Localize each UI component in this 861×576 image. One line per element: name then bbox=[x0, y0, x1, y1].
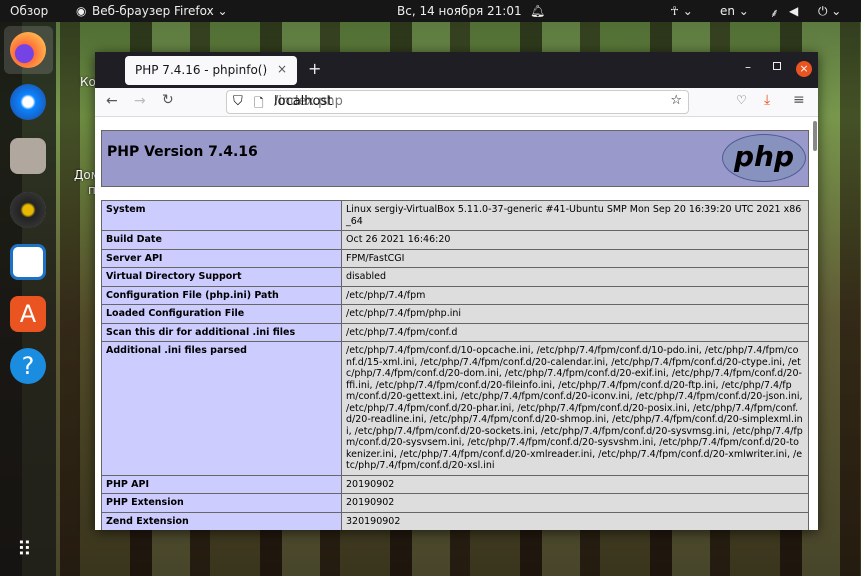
page-title: PHP Version 7.4.16 bbox=[107, 144, 258, 160]
url-bar[interactable]: ⛉ 🗋︎ localhost/index.php ☆ bbox=[226, 90, 689, 114]
row-key: PHP API bbox=[101, 474, 342, 494]
writer-icon[interactable] bbox=[10, 244, 46, 280]
firefox-app-icon: ◉ bbox=[76, 4, 87, 18]
nav-toolbar: ← → ↻ ⛉ 🗋︎ localhost/index.php ☆ ♡ ⤓ ≡ bbox=[95, 88, 818, 117]
table-row: Loaded Configuration File/etc/php/7.4/fp… bbox=[101, 304, 809, 324]
volume-icon[interactable]: ◀ bbox=[789, 4, 798, 18]
row-key: Configuration File (php.ini) Path bbox=[101, 285, 342, 305]
url-host: localhost bbox=[274, 94, 333, 109]
row-key: PHP Extension bbox=[101, 493, 342, 513]
firefox-icon[interactable] bbox=[10, 32, 46, 68]
language-selector[interactable]: en ⌄ bbox=[720, 4, 749, 18]
page-icon: 🗋︎ bbox=[254, 96, 264, 110]
table-row: Zend Extension 320190902 bbox=[101, 511, 809, 530]
php-info-table: System Linux sergiy-VirtualBox 5.11.0-37-… bbox=[101, 200, 809, 530]
close-tab-icon[interactable]: × bbox=[277, 62, 287, 76]
row-key: Loaded Configuration File bbox=[101, 304, 342, 324]
pocket-icon[interactable]: ♡ bbox=[736, 93, 747, 107]
row-value: Oct 26 2021 16:46:20 bbox=[341, 230, 809, 250]
row-value: 320190902 bbox=[341, 511, 809, 530]
row-value: /etc/php/7.4/fpm/conf.d/10-opcache.ini, … bbox=[341, 341, 809, 476]
row-value: /etc/php/7.4/fpm bbox=[341, 285, 809, 305]
clock[interactable]: Вс, 14 ноября 21:01 bbox=[397, 4, 522, 18]
row-value: Linux sergiy-VirtualBox 5.11.0-37-generi… bbox=[341, 200, 809, 231]
table-row: Configuration File (php.ini) Path/etc/ph… bbox=[101, 285, 809, 305]
firefox-window: PHP 7.4.16 - phpinfo() × + – × ← → ↻ ⛉ 🗋… bbox=[95, 52, 818, 530]
table-row: Build Date Oct 26 2021 16:46:20 bbox=[101, 230, 809, 250]
shield-icon[interactable]: ⛉ bbox=[233, 94, 243, 109]
tab-phpinfo[interactable]: PHP 7.4.16 - phpinfo() × bbox=[125, 56, 297, 85]
thunderbird-icon[interactable] bbox=[10, 84, 46, 120]
table-row: PHP Extension 20190902 bbox=[101, 493, 809, 513]
row-key: System bbox=[101, 200, 342, 231]
row-key: Build Date bbox=[101, 230, 342, 250]
row-value: /etc/php/7.4/fpm/conf.d bbox=[341, 322, 809, 342]
title-bar: PHP 7.4.16 - phpinfo() × + – × bbox=[95, 52, 818, 88]
reload-button[interactable]: ↻ bbox=[162, 92, 174, 108]
row-key: Additional .ini files parsed bbox=[101, 341, 342, 476]
table-row: Server API FPM/FastCGI bbox=[101, 248, 809, 268]
back-button[interactable]: ← bbox=[106, 93, 118, 109]
help-icon[interactable]: ? bbox=[10, 348, 46, 384]
tab-title: PHP 7.4.16 - phpinfo() bbox=[135, 63, 268, 77]
page-content: PHP Version 7.4.16 php System Linux sergi… bbox=[95, 117, 818, 530]
show-apps-icon[interactable]: ⠿ bbox=[17, 537, 32, 561]
close-window-button[interactable]: × bbox=[796, 61, 812, 77]
software-icon[interactable]: A bbox=[10, 296, 46, 332]
php-header: PHP Version 7.4.16 php bbox=[101, 130, 809, 187]
row-key: Server API bbox=[101, 248, 342, 268]
bookmark-star-icon[interactable]: ☆ bbox=[670, 93, 682, 108]
row-key: Virtual Directory Support bbox=[101, 267, 342, 287]
menu-icon[interactable]: ≡ bbox=[793, 92, 805, 108]
network-icon[interactable]: ⸙ bbox=[770, 4, 779, 21]
overview-button[interactable]: Обзор bbox=[10, 4, 48, 18]
alarm-icon: 🔔︎ bbox=[530, 4, 546, 18]
table-row: Scan this dir for additional .ini files /… bbox=[101, 322, 809, 342]
row-key: Zend Extension bbox=[101, 511, 342, 530]
power-icon[interactable]: ⏻ ⌄ bbox=[818, 4, 841, 19]
forward-button[interactable]: → bbox=[134, 93, 146, 109]
row-value: disabled bbox=[341, 267, 809, 287]
dock: A ? ⠿ bbox=[0, 22, 56, 576]
row-value: FPM/FastCGI bbox=[341, 248, 809, 268]
minimize-button[interactable]: – bbox=[745, 60, 751, 74]
scrollbar[interactable] bbox=[813, 121, 817, 151]
app-menu[interactable]: Веб-браузер Firefox ⌄ bbox=[92, 4, 228, 18]
table-row: System Linux sergiy-VirtualBox 5.11.0-37-… bbox=[101, 200, 809, 231]
new-tab-button[interactable]: + bbox=[308, 59, 321, 78]
php-logo: php bbox=[722, 134, 806, 182]
row-value: 20190902 bbox=[341, 474, 809, 494]
row-key: Scan this dir for additional .ini files bbox=[101, 322, 342, 342]
rhythmbox-icon[interactable] bbox=[10, 192, 46, 228]
download-icon[interactable]: ⤓ bbox=[764, 92, 770, 108]
row-value: 20190902 bbox=[341, 493, 809, 513]
row-value: /etc/php/7.4/fpm/php.ini bbox=[341, 304, 809, 324]
accessibility-icon[interactable]: ☥ ⌄ bbox=[670, 4, 693, 18]
maximize-button[interactable] bbox=[773, 62, 781, 70]
desktop-icon-label[interactable]: Ко bbox=[80, 75, 96, 89]
table-row: PHP API 20190902 bbox=[101, 474, 809, 494]
table-row: Additional .ini files parsed/etc/php/7.4… bbox=[101, 341, 809, 476]
table-row: Virtual Directory Support disabled bbox=[101, 267, 809, 287]
files-icon[interactable] bbox=[10, 138, 46, 174]
top-bar: Обзор ◉ Веб-браузер Firefox ⌄ Вс, 14 ноя… bbox=[0, 0, 861, 22]
